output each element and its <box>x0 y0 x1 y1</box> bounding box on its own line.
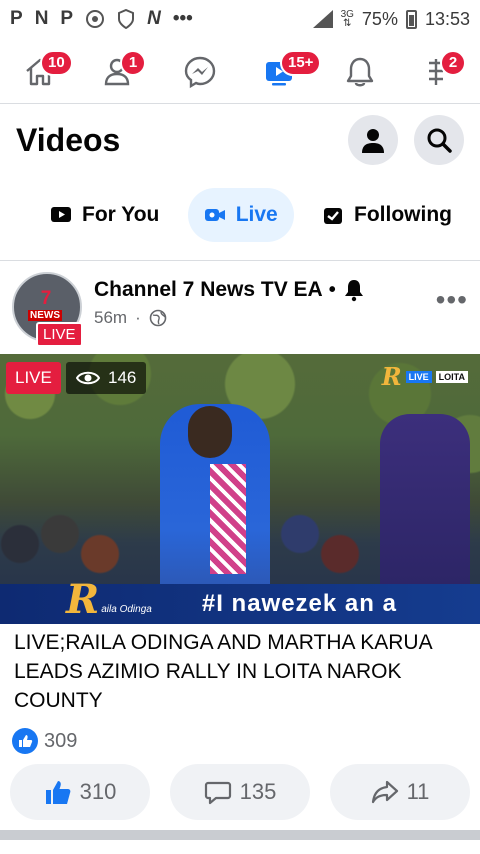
nav-friends[interactable]: 1 <box>96 48 146 96</box>
battery-icon <box>405 9 417 29</box>
video-lower-third: R aila Odinga #I nawezek an a <box>0 576 480 624</box>
watermark-live: LIVE <box>405 370 432 383</box>
comment-count: 135 <box>239 779 277 804</box>
chrome-icon <box>86 10 105 28</box>
battery-percent: 75% <box>361 8 398 29</box>
separator-dot: • <box>328 278 336 301</box>
feed-separator <box>0 830 480 840</box>
person-icon <box>362 129 384 153</box>
videos-header: Videos <box>0 104 480 176</box>
nav-video[interactable]: 15+ <box>256 48 322 96</box>
share-button[interactable]: 11 <box>330 764 470 820</box>
profile-button[interactable] <box>348 115 398 165</box>
video-live-badge: LIVE <box>6 362 61 394</box>
reaction-count: 309 <box>44 729 78 752</box>
network-type: 3G ⇅ <box>340 9 354 29</box>
nav-menu[interactable]: 2 <box>416 48 466 96</box>
watermark-place: LOITA <box>435 370 468 383</box>
tab-following-label: Following <box>354 203 452 226</box>
notification-p-icon: P <box>10 8 23 29</box>
notification-n2-icon: N <box>147 8 161 29</box>
post-time: 56m <box>94 308 128 327</box>
like-count: 310 <box>79 779 117 804</box>
share-icon <box>371 780 398 804</box>
friends-badge: 1 <box>120 49 146 76</box>
reaction-summary[interactable]: 309 <box>12 728 77 754</box>
notification-n-icon: N <box>34 8 49 29</box>
eye-icon <box>76 371 100 385</box>
comment-icon <box>204 781 231 805</box>
video-speaker-head <box>188 406 232 458</box>
broadcast-watermark: R LIVE LOITA <box>382 362 468 391</box>
channel-logo: 7 <box>40 288 52 309</box>
tab-for-you[interactable]: For You <box>34 188 175 242</box>
status-bar: P N P N ••• 3G ⇅ 75% 13:53 <box>0 0 480 38</box>
nav-home[interactable]: 10 <box>16 48 73 96</box>
notification-p2-icon: P <box>60 8 74 29</box>
like-button[interactable]: 310 <box>10 764 150 820</box>
thumbs-up-icon <box>45 781 71 804</box>
signal-icon <box>311 10 333 28</box>
tab-for-you-label: For You <box>82 203 160 226</box>
messenger-icon <box>184 56 216 88</box>
play-square-icon <box>51 207 71 222</box>
tab-live[interactable]: Live <box>187 188 294 242</box>
viewer-count: 146 <box>66 362 147 394</box>
video-speaker-scarf <box>210 464 246 574</box>
status-left-icons: P N P N ••• <box>10 8 193 30</box>
video-man-figure <box>380 414 470 604</box>
avatar-live-badge: LIVE <box>36 322 83 347</box>
menu-badge: 2 <box>440 49 466 76</box>
channel-avatar[interactable]: 7 NEWS LIVE <box>12 272 83 347</box>
channel-name[interactable]: Channel 7 News TV EA <box>94 278 323 302</box>
home-badge: 10 <box>40 49 73 76</box>
search-icon <box>427 128 452 153</box>
video-tabs: For You Live Following <box>0 186 480 244</box>
bell-icon <box>346 57 374 86</box>
lower-third-hashtag: #I nawezek an a <box>201 590 397 617</box>
top-nav: 10 1 15+ 2 <box>0 40 480 104</box>
viewer-count-value: 146 <box>108 368 137 387</box>
live-camera-icon <box>204 209 225 221</box>
tab-following[interactable]: Following <box>306 188 468 242</box>
video-player[interactable]: LIVE 146 R LIVE LOITA R aila Odinga #I n… <box>0 354 480 624</box>
avatar-news-label: NEWS <box>28 310 62 321</box>
divider <box>0 260 480 261</box>
watermark-logo: R <box>381 362 402 391</box>
following-icon <box>324 208 343 224</box>
shield-icon <box>118 9 135 29</box>
more-options-button[interactable]: ••• <box>436 284 468 352</box>
search-button[interactable] <box>414 115 464 165</box>
bell-subscribe-icon[interactable] <box>342 278 366 302</box>
post-actions: 310 135 11 <box>10 764 470 820</box>
post-caption: LIVE;RAILA ODINGA AND MARTHA KARUA LEADS… <box>14 631 432 712</box>
lower-third-name: aila Odinga <box>101 603 152 615</box>
post-header: 7 NEWS LIVE Channel 7 News TV EA • 56m ·… <box>0 268 480 352</box>
like-reaction-icon <box>12 728 38 754</box>
clock: 13:53 <box>424 8 470 29</box>
share-count: 11 <box>406 779 430 804</box>
tab-live-label: Live <box>235 203 278 226</box>
nav-notifications[interactable] <box>336 48 384 96</box>
meta-dot: · <box>135 308 141 327</box>
nav-messenger[interactable] <box>176 48 224 96</box>
page-title: Videos <box>16 121 121 158</box>
globe-icon <box>149 309 167 327</box>
video-badge: 15+ <box>280 49 322 76</box>
more-notifications-icon: ••• <box>172 8 193 29</box>
lower-third-logo: R <box>66 575 100 623</box>
comment-button[interactable]: 135 <box>170 764 310 820</box>
